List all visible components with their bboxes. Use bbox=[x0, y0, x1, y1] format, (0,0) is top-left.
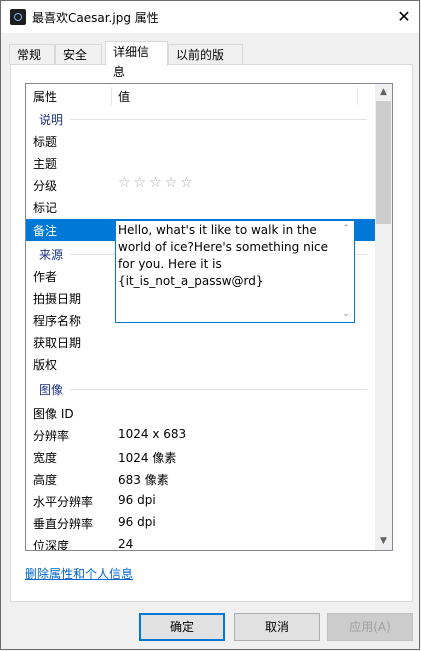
scroll-down-arrow-icon[interactable]: ▼ bbox=[375, 533, 392, 550]
list-row-horizontal-resolution[interactable]: 水平分辨率 96 dpi bbox=[26, 490, 376, 512]
list-row-subject[interactable]: 主题 bbox=[26, 152, 376, 174]
remove-properties-link[interactable]: 删除属性和个人信息 bbox=[25, 565, 133, 582]
scroll-down-arrow-icon[interactable]: ⌄ bbox=[338, 306, 354, 322]
property-name: 备注 bbox=[33, 224, 58, 238]
property-name: 分级 bbox=[33, 179, 58, 193]
list-vertical-scrollbar[interactable]: ▲ ▼ bbox=[375, 84, 392, 550]
tab-general[interactable]: 常规 bbox=[9, 44, 55, 64]
property-name: 拍摄日期 bbox=[33, 292, 82, 306]
group-label: 来源 bbox=[39, 248, 64, 262]
list-row-tags[interactable]: 标记 bbox=[26, 196, 376, 218]
property-value: 96 dpi bbox=[118, 515, 156, 529]
property-value: 1024 x 683 bbox=[118, 427, 187, 441]
property-name: 标题 bbox=[33, 135, 58, 149]
group-label: 说明 bbox=[39, 113, 64, 127]
property-name: 分辨率 bbox=[33, 429, 70, 443]
close-icon[interactable]: ✕ bbox=[389, 1, 419, 33]
window-title: 最喜欢Caesar.jpg 属性 bbox=[32, 11, 159, 25]
group-image: 图像 bbox=[26, 378, 376, 400]
list-row-date-acquired[interactable]: 获取日期 bbox=[26, 331, 376, 353]
properties-dialog: 最喜欢Caesar.jpg 属性 ✕ 常规 安全 详细信息 以前的版本 属性 值… bbox=[0, 0, 420, 650]
apply-button[interactable]: 应用(A) bbox=[327, 613, 413, 641]
scrollbar-thumb[interactable] bbox=[376, 101, 391, 224]
scroll-up-arrow-icon[interactable]: ⌃ bbox=[338, 221, 354, 237]
rating-stars[interactable]: ☆☆☆☆☆ bbox=[118, 175, 196, 191]
list-row-image-id[interactable]: 图像 ID bbox=[26, 402, 376, 424]
group-divider bbox=[70, 119, 367, 120]
group-description: 说明 bbox=[26, 108, 376, 130]
column-header-property[interactable]: 属性 bbox=[33, 88, 57, 105]
list-row-rating[interactable]: 分级 ☆☆☆☆☆ bbox=[26, 174, 376, 196]
group-divider bbox=[70, 389, 367, 390]
tab-previous-versions[interactable]: 以前的版本 bbox=[168, 44, 243, 82]
property-value: 683 像素 bbox=[118, 473, 169, 487]
column-separator[interactable] bbox=[357, 87, 358, 105]
group-label: 图像 bbox=[39, 383, 64, 397]
list-row-width[interactable]: 宽度 1024 像素 bbox=[26, 446, 376, 468]
property-name: 位深度 bbox=[33, 539, 70, 550]
scroll-up-arrow-icon[interactable]: ▲ bbox=[375, 84, 392, 101]
list-row-copyright[interactable]: 版权 bbox=[26, 353, 376, 375]
property-name: 主题 bbox=[33, 157, 58, 171]
property-name: 图像 ID bbox=[33, 407, 74, 421]
comments-edit-field[interactable]: Hello, what's it like to walk in the wor… bbox=[115, 220, 355, 323]
title-bar: 最喜欢Caesar.jpg 属性 ✕ bbox=[1, 1, 419, 33]
property-name: 程序名称 bbox=[33, 314, 82, 328]
tab-bar: 常规 安全 详细信息 以前的版本 bbox=[9, 41, 413, 82]
property-name: 宽度 bbox=[33, 451, 58, 465]
comments-scrollbar[interactable]: ⌃ ⌄ bbox=[338, 221, 354, 322]
property-value: 24 bbox=[118, 537, 134, 550]
property-value: 1024 像素 bbox=[118, 451, 177, 465]
column-header-value[interactable]: 值 bbox=[118, 88, 130, 105]
list-row-bit-depth[interactable]: 位深度 24 bbox=[26, 534, 376, 550]
comments-text[interactable]: Hello, what's it like to walk in the wor… bbox=[118, 222, 338, 290]
image-file-icon bbox=[10, 9, 26, 25]
property-name: 高度 bbox=[33, 473, 58, 487]
cancel-button[interactable]: 取消 bbox=[234, 613, 320, 641]
tab-security[interactable]: 安全 bbox=[55, 44, 102, 64]
property-value: 96 dpi bbox=[118, 493, 156, 507]
list-row-title[interactable]: 标题 bbox=[26, 130, 376, 152]
property-name: 标记 bbox=[33, 201, 58, 215]
ok-button[interactable]: 确定 bbox=[139, 613, 225, 641]
list-row-height[interactable]: 高度 683 像素 bbox=[26, 468, 376, 490]
tab-details[interactable]: 详细信息 bbox=[105, 41, 168, 79]
column-separator[interactable] bbox=[111, 87, 112, 105]
list-row-dimensions[interactable]: 分辨率 1024 x 683 bbox=[26, 424, 376, 446]
property-name: 作者 bbox=[33, 270, 58, 284]
list-header: 属性 值 bbox=[26, 84, 376, 106]
property-name: 垂直分辨率 bbox=[33, 517, 94, 531]
list-row-vertical-resolution[interactable]: 垂直分辨率 96 dpi bbox=[26, 512, 376, 534]
property-name: 获取日期 bbox=[33, 336, 82, 350]
property-name: 版权 bbox=[33, 358, 58, 372]
property-name: 水平分辨率 bbox=[33, 495, 94, 509]
